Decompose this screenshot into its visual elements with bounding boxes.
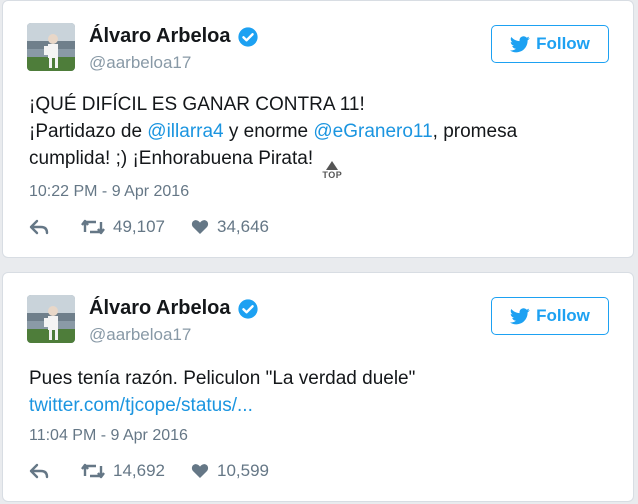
tweet-text-line: ¡Partidazo de @illarra4 y enorme @eGrane… [29,118,517,145]
retweet-icon [81,463,105,479]
reply-button[interactable] [29,463,49,479]
retweet-button[interactable]: 14,692 [81,461,165,481]
tweet-timestamp[interactable]: 10:22 PM - 9 Apr 2016 [29,183,189,201]
follow-label: Follow [536,34,590,53]
top-emoji-label: TOP [322,170,343,180]
retweet-icon [81,219,105,235]
tweet-actions: 49,107 34,646 [29,217,269,237]
verified-badge-icon [237,26,258,47]
author-row: Álvaro Arbeloa [89,25,259,48]
follow-button[interactable]: Follow [491,25,609,63]
author-row: Álvaro Arbeloa [89,297,259,320]
like-button[interactable]: 34,646 [191,217,269,237]
like-button[interactable]: 10,599 [191,461,269,481]
retweet-count: 49,107 [113,217,165,236]
author-handle[interactable]: @aarbeloa17 [89,325,191,345]
like-count: 34,646 [217,217,269,236]
heart-icon [191,220,209,234]
author-name[interactable]: Álvaro Arbeloa [89,297,231,320]
verified-badge-icon [237,298,258,319]
tweet-card: Álvaro Arbeloa @aarbeloa17 Follow ¡QUÉ D… [2,0,634,258]
tweet-text: Pues tenía razón. Peliculon "La verdad d… [29,365,415,419]
tweet-text-line: ¡QUÉ DIFÍCIL ES GANAR CONTRA 11! [29,94,365,115]
heart-icon [191,464,209,478]
follow-button[interactable]: Follow [491,297,609,335]
twitter-bird-icon [510,307,530,324]
top-emoji-icon: TOP [322,161,342,180]
tweet-actions: 14,692 10,599 [29,461,269,481]
text-segment: , promesa [432,121,518,142]
reply-icon [29,463,49,479]
tweet-text-line: Pues tenía razón. Peliculon "La verdad d… [29,368,416,389]
like-count: 10,599 [217,461,269,480]
twitter-bird-icon [510,35,530,52]
mention-link[interactable]: @eGranero11 [313,121,432,142]
tweet-timestamp[interactable]: 11:04 PM - 9 Apr 2016 [29,427,188,445]
text-segment: cumplida! ;) ¡Enhorabuena Pirata! [29,148,319,169]
reply-icon [29,219,49,235]
retweet-button[interactable]: 49,107 [81,217,165,237]
text-segment: y enorme [223,121,314,142]
reply-button[interactable] [29,219,49,235]
tweet-card: Álvaro Arbeloa @aarbeloa17 Follow Pues t… [2,272,634,502]
author-handle[interactable]: @aarbeloa17 [89,53,191,73]
avatar[interactable] [27,295,75,343]
text-segment: ¡Partidazo de [29,121,148,142]
status-link[interactable]: twitter.com/tjcope/status/... [29,392,415,419]
mention-link[interactable]: @illarra4 [147,121,223,142]
tweet-text-line: cumplida! ;) ¡Enhorabuena Pirata! TOP [29,145,517,180]
tweet-text: ¡QUÉ DIFÍCIL ES GANAR CONTRA 11! ¡Partid… [29,91,517,180]
follow-label: Follow [536,306,590,325]
author-name[interactable]: Álvaro Arbeloa [89,25,231,48]
avatar[interactable] [27,23,75,71]
retweet-count: 14,692 [113,461,165,480]
